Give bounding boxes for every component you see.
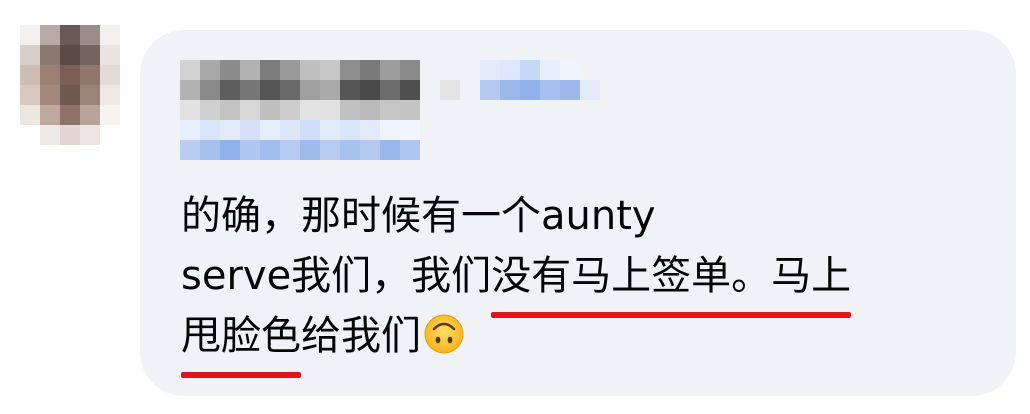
comment-line-2-plain: serve我们，我们 (181, 253, 492, 299)
author-name-redacted[interactable] (180, 60, 420, 80)
author-tag-redacted-row2 (180, 140, 420, 160)
comment-text: 的确，那时候有一个aunty serve我们，我们没有马上签单。马上 甩脸色给我… (181, 186, 852, 378)
follow-link-redacted-row2 (480, 80, 600, 100)
follow-link-redacted[interactable] (480, 60, 600, 80)
author-tag-redacted (180, 120, 420, 140)
author-name-redacted-row3 (180, 100, 420, 120)
underlined-text-no-signing: 没有马上签单。马上 (491, 246, 852, 318)
avatar[interactable] (20, 25, 120, 145)
comment-line-3-plain: 给我们 (301, 313, 421, 359)
comment-line-2: serve我们，我们没有马上签单。马上 (181, 246, 852, 318)
underlined-text-attitude: 甩脸色 (181, 306, 301, 378)
upside-down-face-icon (424, 314, 464, 354)
comment-line-3: 甩脸色给我们 (181, 306, 851, 378)
separator-dot (440, 80, 460, 100)
author-name-redacted-row2 (180, 80, 420, 100)
comment-line-1: 的确，那时候有一个aunty (181, 193, 656, 239)
